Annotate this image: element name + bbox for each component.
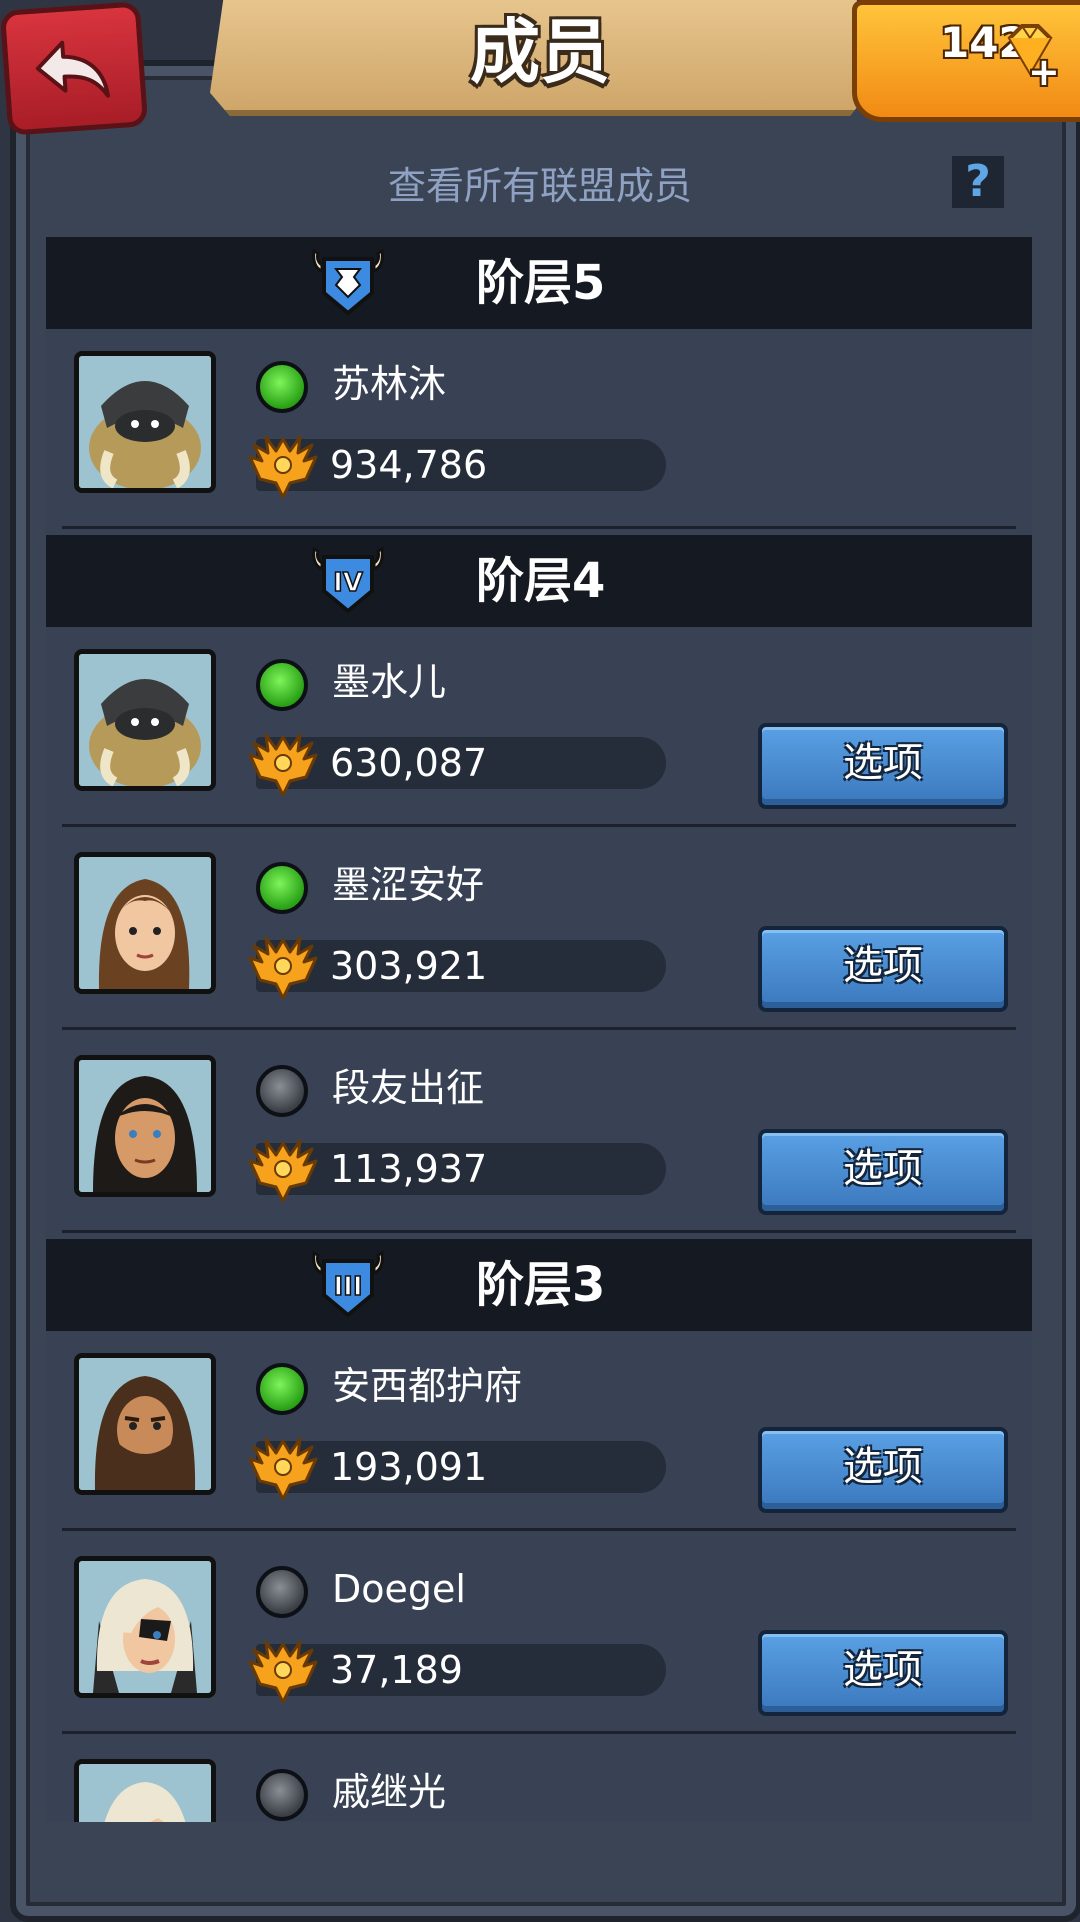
options-button[interactable]: 选项 bbox=[758, 1630, 1008, 1716]
tier-3-numeral: III bbox=[333, 1272, 362, 1302]
member-name: 墨涩安好 bbox=[332, 863, 485, 907]
member-name: Doegel bbox=[332, 1567, 466, 1611]
member-list[interactable]: 阶层5 苏林沐 934,786 IV 阶层4 墨水儿 630,087 选项 墨涩… bbox=[46, 237, 1032, 1822]
trophy-phoenix-icon bbox=[248, 435, 318, 499]
offline-status-icon bbox=[256, 1769, 308, 1821]
tier-3-badge-icon: III bbox=[312, 1250, 384, 1318]
options-button[interactable]: 选项 bbox=[758, 926, 1008, 1012]
list-item: 墨涩安好 303,921 选项 bbox=[46, 830, 1032, 1030]
member-score: 630,087 bbox=[330, 741, 488, 785]
member-name: 戚继光 bbox=[332, 1770, 447, 1814]
divider bbox=[62, 1230, 1016, 1233]
member-score: 303,921 bbox=[330, 944, 488, 988]
online-status-icon bbox=[256, 361, 308, 413]
page-title: 成员 bbox=[470, 11, 610, 93]
list-item: 墨水儿 630,087 选项 bbox=[46, 627, 1032, 827]
member-name: 苏林沐 bbox=[332, 362, 447, 406]
trophy-phoenix-icon bbox=[248, 1437, 318, 1501]
member-name: 墨水儿 bbox=[332, 660, 447, 704]
help-button[interactable]: ? bbox=[952, 156, 1004, 208]
tier-4-numeral: IV bbox=[333, 568, 363, 598]
tier-label: 阶层5 bbox=[476, 255, 606, 311]
tier-label: 阶层3 bbox=[476, 1257, 606, 1313]
offline-status-icon bbox=[256, 1065, 308, 1117]
online-status-icon bbox=[256, 1363, 308, 1415]
member-score: 113,937 bbox=[330, 1147, 488, 1191]
avatar[interactable] bbox=[74, 1353, 216, 1495]
offline-status-icon bbox=[256, 1566, 308, 1618]
online-status-icon bbox=[256, 862, 308, 914]
avatar[interactable] bbox=[74, 852, 216, 994]
tier-header: 阶层5 bbox=[46, 237, 1032, 329]
trophy-phoenix-icon bbox=[248, 1139, 318, 1203]
list-item: 段友出征 113,937 选项 bbox=[46, 1033, 1032, 1233]
divider bbox=[62, 1027, 1016, 1030]
divider bbox=[62, 526, 1016, 529]
avatar[interactable] bbox=[74, 1759, 216, 1822]
options-button[interactable]: 选项 bbox=[758, 1129, 1008, 1215]
trophy-phoenix-icon bbox=[248, 1640, 318, 1704]
avatar[interactable] bbox=[74, 1556, 216, 1698]
member-name: 段友出征 bbox=[332, 1066, 485, 1110]
member-score: 37,189 bbox=[330, 1648, 463, 1692]
tier-header: III 阶层3 bbox=[46, 1239, 1032, 1331]
member-name: 安西都护府 bbox=[332, 1364, 523, 1408]
trophy-phoenix-icon bbox=[248, 936, 318, 1000]
back-arrow-icon bbox=[35, 40, 110, 98]
add-gems-button[interactable]: + bbox=[1028, 50, 1060, 94]
online-status-icon bbox=[256, 659, 308, 711]
avatar[interactable] bbox=[74, 1055, 216, 1197]
options-button[interactable]: 选项 bbox=[758, 723, 1008, 809]
avatar[interactable] bbox=[74, 649, 216, 791]
tier-4-badge-icon: IV bbox=[312, 546, 384, 614]
back-button[interactable] bbox=[0, 1, 149, 136]
trophy-phoenix-icon bbox=[248, 733, 318, 797]
divider bbox=[62, 1528, 1016, 1531]
list-item: 戚继光 bbox=[46, 1737, 1032, 1822]
divider bbox=[62, 824, 1016, 827]
options-button[interactable]: 选项 bbox=[758, 1427, 1008, 1513]
member-score: 193,091 bbox=[330, 1445, 488, 1489]
list-item: Doegel 37,189 选项 bbox=[46, 1534, 1032, 1734]
tier-header: IV 阶层4 bbox=[46, 535, 1032, 627]
subtitle: 查看所有联盟成员 bbox=[387, 164, 692, 208]
tier-label: 阶层4 bbox=[476, 553, 606, 609]
list-item: 苏林沐 934,786 bbox=[46, 329, 1032, 529]
avatar[interactable] bbox=[74, 351, 216, 493]
member-score: 934,786 bbox=[330, 443, 488, 487]
list-item: 安西都护府 193,091 选项 bbox=[46, 1331, 1032, 1531]
divider bbox=[62, 1731, 1016, 1734]
tier-5-badge-icon bbox=[312, 248, 384, 316]
